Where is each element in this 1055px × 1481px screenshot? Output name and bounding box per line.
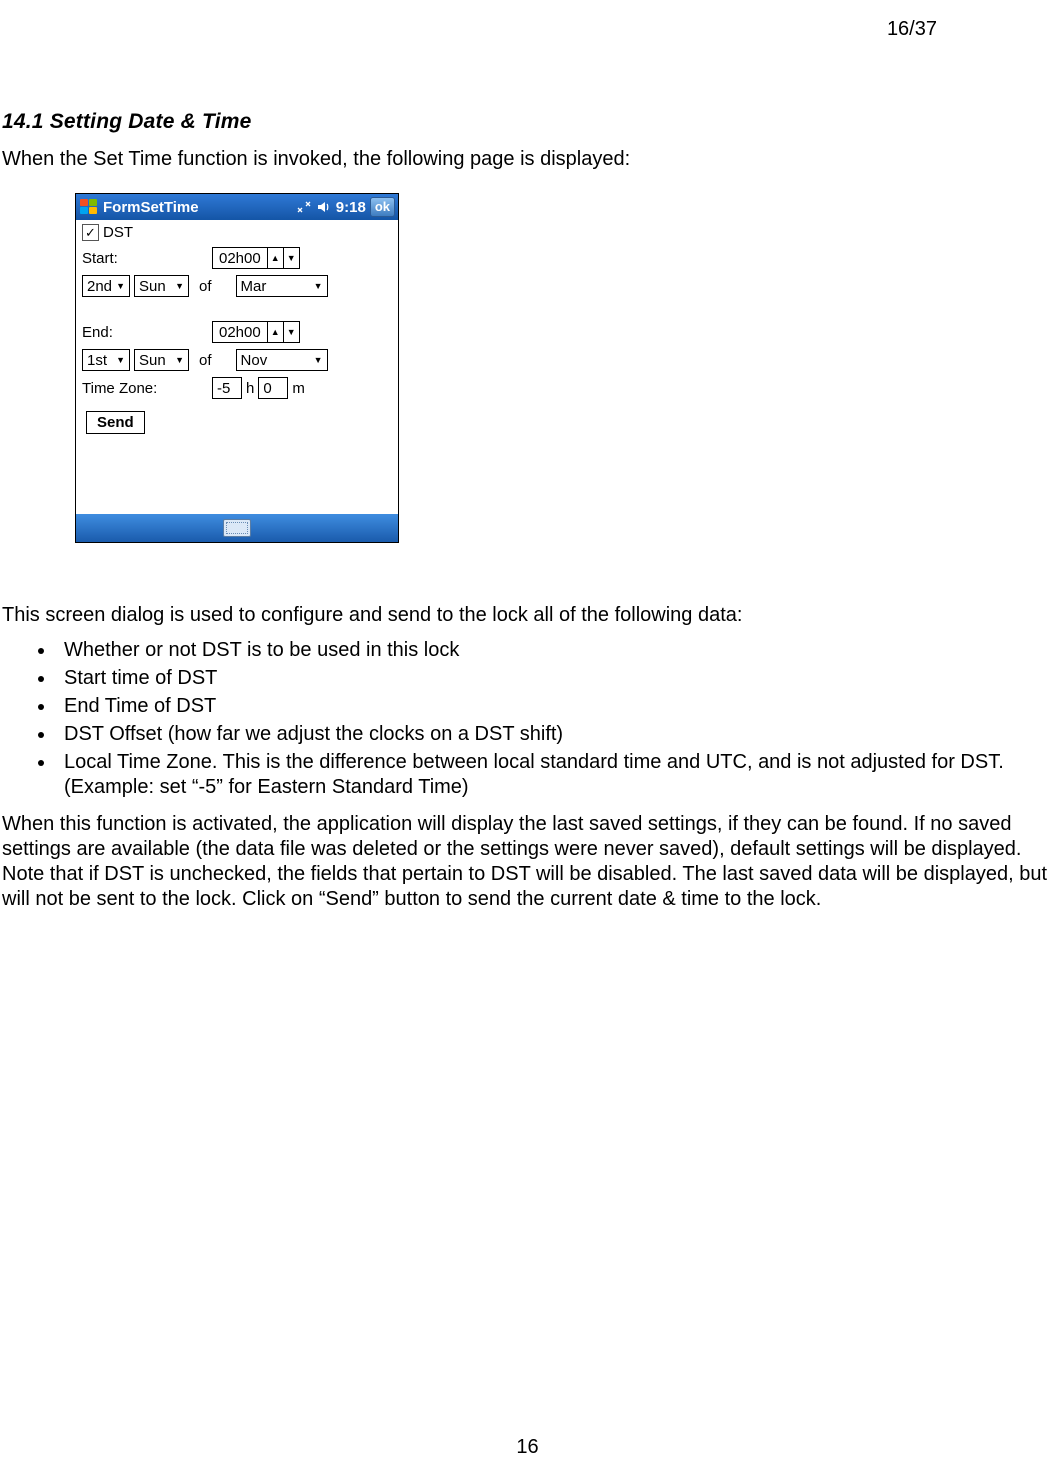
section-heading: 14.1 Setting Date & Time [2,110,1055,134]
start-month-value: Mar [241,278,267,295]
send-button[interactable]: Send [86,411,145,434]
end-ordinal-value: 1st [87,352,107,369]
list-item: End Time of DST [56,694,1055,719]
form-body: DST Start: 02h00 ▲ ▼ 2nd ▼ Sun ▼ [76,220,398,514]
spin-down-icon[interactable]: ▼ [284,321,300,343]
keyboard-icon[interactable] [223,519,251,537]
end-of-text: of [199,352,212,369]
start-label: Start: [82,250,212,267]
page-number-bottom: 16 [0,1436,1055,1459]
config-intro-text: This screen dialog is used to configure … [2,603,1055,628]
chevron-down-icon: ▼ [116,281,125,291]
spin-up-icon[interactable]: ▲ [268,247,284,269]
end-day-dropdown[interactable]: Sun ▼ [134,349,189,371]
list-item: DST Offset (how far we adjust the clocks… [56,722,1055,747]
spin-down-icon[interactable]: ▼ [284,247,300,269]
tz-minutes-unit: m [292,380,305,397]
start-time-value[interactable]: 02h00 [212,247,268,269]
timezone-label: Time Zone: [82,380,212,397]
end-time-spinner[interactable]: 02h00 ▲ ▼ [212,321,300,343]
embedded-screenshot: FormSetTime 9:18 ok DST [75,193,1055,543]
connectivity-icon[interactable] [296,200,312,214]
list-item: Start time of DST [56,666,1055,691]
start-ordinal-dropdown[interactable]: 2nd ▼ [82,275,130,297]
window-titlebar: FormSetTime 9:18 ok [76,194,398,220]
tz-minutes-input[interactable]: 0 [258,377,288,399]
chevron-down-icon: ▼ [175,355,184,365]
chevron-down-icon: ▼ [175,281,184,291]
start-month-dropdown[interactable]: Mar ▼ [236,275,328,297]
page-number-top: 16/37 [887,18,937,41]
ok-button[interactable]: ok [370,197,395,217]
config-bullet-list: Whether or not DST is to be used in this… [56,638,1055,800]
speaker-icon[interactable] [316,200,332,214]
spin-up-icon[interactable]: ▲ [268,321,284,343]
bottom-bar [76,514,398,542]
list-item: Whether or not DST is to be used in this… [56,638,1055,663]
start-ordinal-value: 2nd [87,278,112,295]
end-time-value[interactable]: 02h00 [212,321,268,343]
end-month-dropdown[interactable]: Nov ▼ [236,349,328,371]
list-item: Local Time Zone. This is the difference … [56,750,1055,800]
start-icon[interactable] [79,198,99,216]
closing-paragraph: When this function is activated, the app… [2,812,1055,912]
start-time-spinner[interactable]: 02h00 ▲ ▼ [212,247,300,269]
start-day-dropdown[interactable]: Sun ▼ [134,275,189,297]
start-day-value: Sun [139,278,166,295]
start-of-text: of [199,278,212,295]
end-label: End: [82,324,212,341]
window-title: FormSetTime [103,199,292,216]
intro-text: When the Set Time function is invoked, t… [2,148,1055,171]
tz-hours-unit: h [246,380,254,397]
end-day-value: Sun [139,352,166,369]
device-frame: FormSetTime 9:18 ok DST [75,193,399,543]
end-month-value: Nov [241,352,268,369]
tz-hours-input[interactable]: -5 [212,377,242,399]
dst-checkbox[interactable] [82,224,99,241]
end-ordinal-dropdown[interactable]: 1st ▼ [82,349,130,371]
chevron-down-icon: ▼ [314,355,323,365]
dst-label: DST [103,224,133,241]
chevron-down-icon: ▼ [314,281,323,291]
clock-time: 9:18 [336,199,366,216]
chevron-down-icon: ▼ [116,355,125,365]
